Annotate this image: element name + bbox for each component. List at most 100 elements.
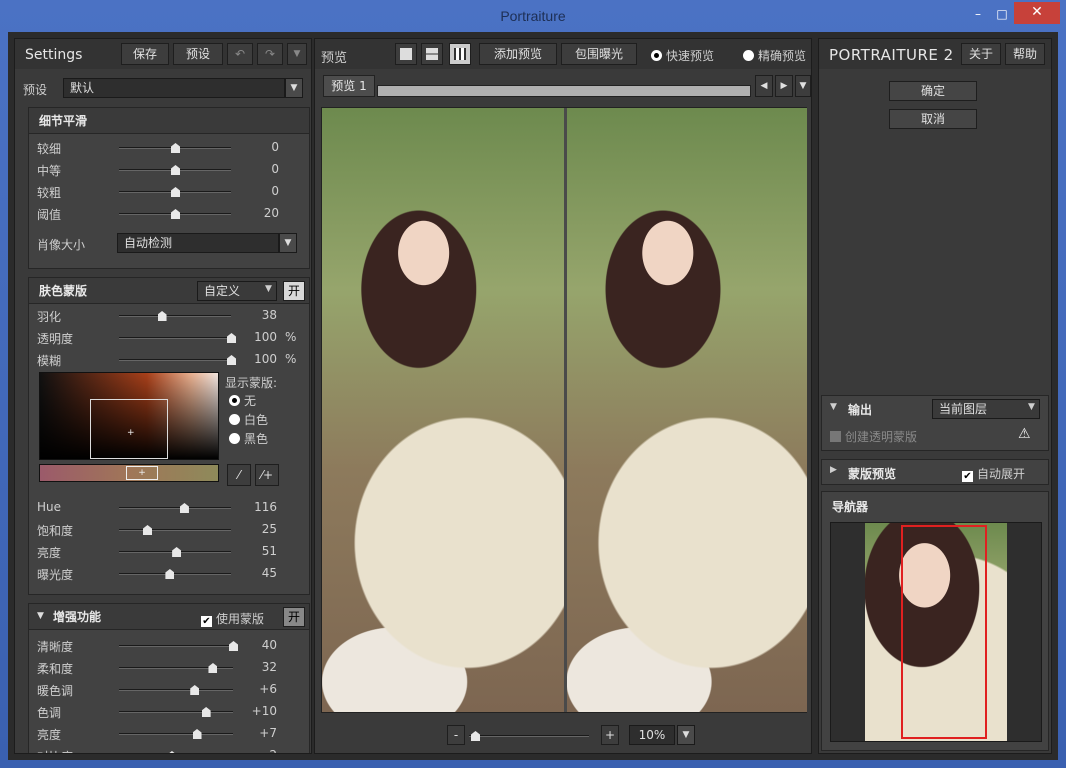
- redo-icon[interactable]: ↷: [257, 43, 283, 65]
- close-button[interactable]: ✕: [1014, 2, 1060, 24]
- detail-slider-thumb[interactable]: [171, 143, 180, 153]
- accurate-preview-radio[interactable]: 精确预览: [743, 47, 806, 64]
- skin-adjust-slider-thumb[interactable]: [172, 547, 182, 557]
- mask-white-radio[interactable]: 白色: [229, 411, 268, 428]
- detail-slider[interactable]: [119, 143, 231, 153]
- hue-range-marker[interactable]: +: [126, 466, 158, 480]
- output-select[interactable]: 当前图层: [932, 399, 1040, 419]
- single-view-icon[interactable]: [395, 43, 417, 65]
- zoom-in-button[interactable]: +: [601, 725, 619, 745]
- tab-prev-icon[interactable]: ◀: [755, 75, 773, 97]
- enhance-slider-thumb[interactable]: [192, 729, 202, 739]
- skin-slider-thumb[interactable]: [227, 355, 236, 365]
- zoom-dropdown-icon[interactable]: ▼: [677, 725, 695, 745]
- enhance-value: +7: [259, 726, 277, 740]
- output-dropdown-icon[interactable]: ▼: [1028, 402, 1035, 412]
- skin-mode-dropdown-icon[interactable]: ▼: [265, 284, 272, 294]
- detail-smoothing-section: 细节平滑 较细 0 中等 0 较粗 0 阈值 20 肖像大小 自动检测 ▼: [28, 107, 310, 269]
- settings-menu-icon[interactable]: ▼: [287, 43, 307, 65]
- navigator-label: 导航器: [832, 500, 869, 514]
- preview-label: 预览: [321, 51, 348, 66]
- skin-mask-toggle[interactable]: 开: [283, 281, 305, 301]
- navigator-viewport[interactable]: [830, 522, 1042, 742]
- zoom-slider-thumb[interactable]: [471, 731, 480, 741]
- enhance-slider[interactable]: [119, 641, 238, 651]
- use-mask-label: 使用蒙版: [216, 612, 265, 626]
- detail-slider-thumb[interactable]: [171, 209, 180, 219]
- enhance-slider[interactable]: [119, 685, 233, 695]
- save-button[interactable]: 保存: [121, 43, 169, 65]
- enhance-value: -2: [247, 748, 277, 753]
- detail-slider[interactable]: [119, 165, 231, 175]
- tab-next-icon[interactable]: ▶: [775, 75, 793, 97]
- skin-adjust-slider-thumb[interactable]: [143, 525, 152, 535]
- about-button[interactable]: 关于: [961, 43, 1001, 65]
- output-collapse-icon[interactable]: ▼: [830, 402, 837, 412]
- zoom-select[interactable]: 10%: [629, 725, 675, 745]
- zoom-slider[interactable]: [469, 731, 589, 741]
- eyedropper-icon[interactable]: ⁄: [227, 464, 251, 486]
- maximize-button[interactable]: □: [990, 4, 1014, 24]
- color-picker[interactable]: +: [39, 372, 219, 460]
- detail-slider[interactable]: [119, 187, 231, 197]
- navigator-view-rect[interactable]: [901, 525, 987, 739]
- split-horizontal-icon[interactable]: [421, 43, 443, 65]
- add-preview-button[interactable]: 添加预览: [479, 43, 557, 65]
- portrait-size-select[interactable]: 自动检测: [117, 233, 279, 253]
- skin-slider[interactable]: [119, 333, 236, 343]
- skin-adjust-slider[interactable]: [119, 569, 231, 579]
- enhance-toggle[interactable]: 开: [283, 607, 305, 627]
- portrait-size-dropdown-icon[interactable]: ▼: [279, 233, 297, 253]
- preset-dropdown-icon[interactable]: ▼: [285, 78, 303, 98]
- help-button[interactable]: 帮助: [1005, 43, 1045, 65]
- auto-expand-checkbox[interactable]: ✔ 自动展开: [962, 465, 1025, 482]
- enhance-slider-thumb[interactable]: [208, 663, 218, 673]
- enhance-slider-thumb[interactable]: [229, 641, 238, 651]
- preset-select[interactable]: 默认: [63, 78, 285, 98]
- detail-slider-thumb[interactable]: [171, 187, 180, 197]
- minimize-button[interactable]: –: [966, 4, 990, 24]
- enhance-slider[interactable]: [119, 663, 233, 673]
- enhance-slider-thumb[interactable]: [190, 685, 200, 695]
- detail-slider-thumb[interactable]: [171, 165, 180, 175]
- eyedropper-add-icon[interactable]: ⁄+: [255, 464, 279, 486]
- skin-slider-thumb[interactable]: [227, 333, 236, 343]
- skin-slider[interactable]: [119, 311, 231, 321]
- fast-preview-label: 快速预览: [666, 49, 715, 63]
- app-brand: PORTRAITURE 2: [829, 46, 954, 64]
- skin-adjust-slider-thumb[interactable]: [165, 569, 175, 579]
- preview-canvas[interactable]: [321, 107, 807, 713]
- skin-adjust-label: Hue: [37, 500, 62, 514]
- enhance-slider-thumb[interactable]: [167, 751, 177, 753]
- split-vertical-icon[interactable]: [449, 43, 471, 65]
- enhance-slider[interactable]: [119, 729, 233, 739]
- zoom-out-button[interactable]: -: [447, 725, 465, 745]
- ok-button[interactable]: 确定: [889, 81, 977, 101]
- undo-icon[interactable]: ↶: [227, 43, 253, 65]
- skin-slider[interactable]: [119, 355, 236, 365]
- mask-none-radio[interactable]: 无: [229, 392, 256, 409]
- enhance-label: 暖色调: [37, 684, 74, 698]
- fast-preview-radio[interactable]: 快速预览: [651, 47, 714, 64]
- skin-adjust-slider[interactable]: [119, 503, 231, 513]
- enhance-collapse-icon[interactable]: ▼: [37, 611, 44, 621]
- preset-button[interactable]: 预设: [173, 43, 223, 65]
- detail-label: 中等: [37, 164, 62, 178]
- mask-preview-expand-icon[interactable]: ▶: [830, 465, 837, 475]
- tab-preview-1[interactable]: 预览 1: [323, 75, 375, 97]
- hue-strip[interactable]: +: [39, 464, 219, 482]
- window: Portraiture – □ ✕ Settings 保存 预设 ↶ ↷ ▼ 预…: [0, 0, 1066, 768]
- detail-slider[interactable]: [119, 209, 231, 219]
- tab-menu-icon[interactable]: ▼: [795, 75, 811, 97]
- skin-adjust-slider-thumb[interactable]: [179, 503, 189, 513]
- skin-slider-thumb[interactable]: [157, 311, 167, 321]
- enhance-slider-thumb[interactable]: [201, 707, 211, 717]
- skin-adjust-slider[interactable]: [119, 525, 231, 535]
- use-mask-checkbox[interactable]: ✔ 使用蒙版: [201, 610, 264, 627]
- enhance-slider[interactable]: [119, 707, 233, 717]
- mask-black-radio[interactable]: 黑色: [229, 430, 268, 447]
- create-mask-checkbox[interactable]: 创建透明蒙版: [830, 428, 917, 445]
- cancel-button[interactable]: 取消: [889, 109, 977, 129]
- clip-exposure-button[interactable]: 包围曝光: [561, 43, 637, 65]
- skin-adjust-slider[interactable]: [119, 547, 231, 557]
